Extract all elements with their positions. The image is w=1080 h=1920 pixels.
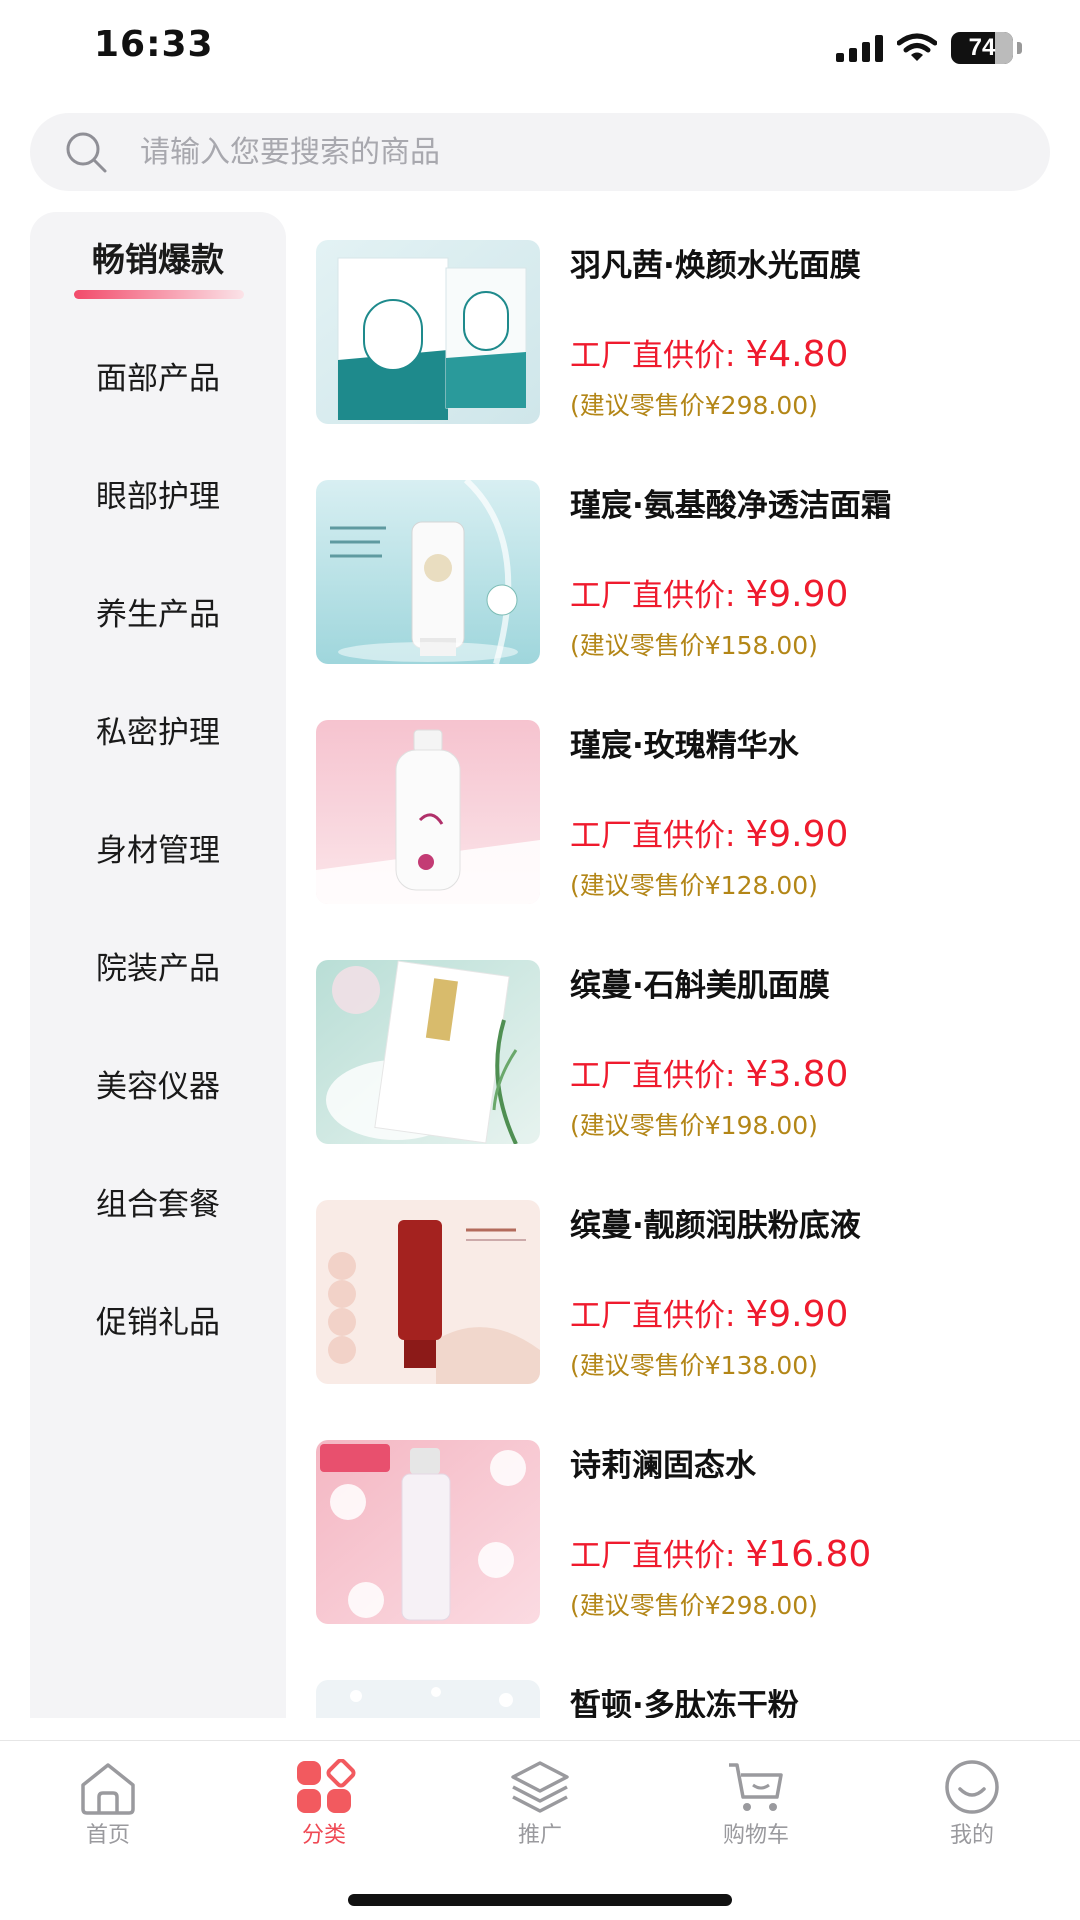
sidebar-item-beauty-devices[interactable]: 美容仪器 xyxy=(30,1038,286,1128)
product-image[interactable] xyxy=(316,960,540,1144)
status-icons: 74 xyxy=(836,28,1022,68)
sidebar-item-bestsellers[interactable]: 畅销爆款 xyxy=(30,212,286,302)
product-card[interactable]: 缤蔓·石斛美肌面膜 工厂直供价: ¥3.80 (建议零售价¥198.00) xyxy=(316,960,1080,1146)
product-card[interactable]: 瑾宸·玫瑰精华水 工厂直供价: ¥9.90 (建议零售价¥128.00) xyxy=(316,720,1080,906)
price-label: 工厂直供价: xyxy=(570,578,746,614)
category-sidebar: 畅销爆款 面部产品 眼部护理 养生产品 私密护理 身材管理 院装产品 美容仪器 … xyxy=(30,212,286,1718)
product-price: 工厂直供价: ¥9.90 xyxy=(570,570,848,615)
product-price: 工厂直供价: ¥4.80 xyxy=(570,330,848,375)
sidebar-item-bundles[interactable]: 组合套餐 xyxy=(30,1156,286,1246)
price-label: 工厂直供价: xyxy=(570,818,746,854)
product-card[interactable]: 诗莉澜固态水 工厂直供价: ¥16.80 (建议零售价¥298.00) xyxy=(316,1440,1080,1626)
nav-promote[interactable]: 推广 xyxy=(470,1759,610,1859)
sidebar-item-eye-care[interactable]: 眼部护理 xyxy=(30,448,286,538)
sidebar-item-label: 畅销爆款 xyxy=(92,240,224,279)
sidebar-item-body-shaping[interactable]: 身材管理 xyxy=(30,802,286,892)
nav-label: 分类 xyxy=(301,1823,346,1848)
sidebar-item-face[interactable]: 面部产品 xyxy=(30,330,286,420)
sidebar-item-label: 养生产品 xyxy=(96,596,220,633)
sidebar-item-label: 面部产品 xyxy=(96,360,220,397)
price-value: ¥3.80 xyxy=(745,1054,849,1095)
home-indicator[interactable] xyxy=(348,1894,732,1906)
product-image[interactable] xyxy=(316,480,540,664)
nav-label: 首页 xyxy=(85,1823,130,1848)
sidebar-item-label: 促销礼品 xyxy=(96,1304,220,1341)
home-icon xyxy=(81,1763,135,1815)
product-price: 工厂直供价: ¥9.90 xyxy=(570,810,848,855)
product-image[interactable] xyxy=(316,1680,540,1718)
sidebar-item-label: 私密护理 xyxy=(96,714,220,751)
sidebar-item-label: 院装产品 xyxy=(96,950,220,987)
product-name: 瑾宸·氨基酸净透洁面霜 xyxy=(570,488,892,524)
sidebar-item-label: 眼部护理 xyxy=(96,478,220,515)
price-label: 工厂直供价: xyxy=(570,1058,746,1094)
status-bar: 16:33 74 xyxy=(0,0,1080,96)
product-image[interactable] xyxy=(316,1200,540,1384)
price-value: ¥9.90 xyxy=(745,1294,849,1335)
layers-icon xyxy=(511,1761,569,1813)
search-input[interactable] xyxy=(140,134,940,170)
sidebar-item-label: 身材管理 xyxy=(96,832,220,869)
retail-price: (建议零售价¥298.00) xyxy=(570,391,818,420)
product-name: 诗莉澜固态水 xyxy=(570,1448,756,1484)
product-image[interactable] xyxy=(316,1440,540,1624)
category-icon xyxy=(297,1759,356,1813)
product-card[interactable]: 羽凡茜·焕颜水光面膜 工厂直供价: ¥4.80 (建议零售价¥298.00) xyxy=(316,240,1080,426)
battery-tip xyxy=(1017,42,1022,54)
bottom-nav: 首页 分类 推广 购物车 我的 xyxy=(0,1740,1080,1920)
sidebar-item-salon-products[interactable]: 院装产品 xyxy=(30,920,286,1010)
nav-label: 购物车 xyxy=(722,1823,789,1848)
nav-label: 我的 xyxy=(949,1823,994,1848)
sidebar-item-label: 组合套餐 xyxy=(96,1186,220,1223)
active-indicator xyxy=(74,290,244,299)
nav-cart[interactable]: 购物车 xyxy=(686,1759,826,1859)
product-list: 羽凡茜·焕颜水光面膜 工厂直供价: ¥4.80 (建议零售价¥298.00) 瑾… xyxy=(316,240,1080,1718)
signal-icon xyxy=(836,34,883,62)
retail-price: (建议零售价¥158.00) xyxy=(570,631,818,660)
retail-price: (建议零售价¥198.00) xyxy=(570,1111,818,1140)
status-time: 16:33 xyxy=(94,24,214,65)
smiley-icon xyxy=(945,1760,999,1814)
cart-icon xyxy=(729,1763,783,1811)
nav-home[interactable]: 首页 xyxy=(38,1759,178,1859)
sidebar-item-wellness[interactable]: 养生产品 xyxy=(30,566,286,656)
product-card[interactable]: 缤蔓·靓颜润肤粉底液 工厂直供价: ¥9.90 (建议零售价¥138.00) xyxy=(316,1200,1080,1386)
retail-price: (建议零售价¥128.00) xyxy=(570,871,818,900)
sidebar-item-intimate-care[interactable]: 私密护理 xyxy=(30,684,286,774)
price-label: 工厂直供价: xyxy=(570,1298,746,1334)
sidebar-item-label: 美容仪器 xyxy=(96,1068,220,1105)
price-label: 工厂直供价: xyxy=(570,338,746,374)
retail-price: (建议零售价¥138.00) xyxy=(570,1351,818,1380)
battery-level: 74 xyxy=(968,34,996,61)
battery-icon: 74 xyxy=(951,32,1013,64)
price-value: ¥16.80 xyxy=(745,1534,872,1575)
search-icon xyxy=(66,132,107,173)
sidebar-item-promo-gifts[interactable]: 促销礼品 xyxy=(30,1274,286,1364)
product-price: 工厂直供价: ¥16.80 xyxy=(570,1530,871,1575)
wifi-icon xyxy=(897,33,937,61)
product-price: 工厂直供价: ¥9.90 xyxy=(570,1290,848,1335)
price-label: 工厂直供价: xyxy=(570,1538,746,1574)
product-name: 缤蔓·石斛美肌面膜 xyxy=(570,968,830,1004)
nav-label: 推广 xyxy=(517,1823,562,1848)
product-card[interactable]: 瑾宸·氨基酸净透洁面霜 工厂直供价: ¥9.90 (建议零售价¥158.00) xyxy=(316,480,1080,666)
retail-price: (建议零售价¥298.00) xyxy=(570,1591,818,1620)
price-value: ¥9.90 xyxy=(745,814,849,855)
product-name: 缤蔓·靓颜润肤粉底液 xyxy=(570,1208,861,1244)
product-image[interactable] xyxy=(316,720,540,904)
product-name: 皙顿·多肽冻干粉 xyxy=(570,1688,799,1718)
nav-profile[interactable]: 我的 xyxy=(902,1759,1042,1859)
nav-category[interactable]: 分类 xyxy=(254,1759,394,1859)
price-value: ¥4.80 xyxy=(745,334,849,375)
search-bar[interactable] xyxy=(30,113,1050,191)
product-price: 工厂直供价: ¥3.80 xyxy=(570,1050,848,1095)
product-card[interactable]: 皙顿·多肽冻干粉 xyxy=(316,1680,1080,1718)
product-image[interactable] xyxy=(316,240,540,424)
product-name: 羽凡茜·焕颜水光面膜 xyxy=(570,248,861,284)
price-value: ¥9.90 xyxy=(745,574,849,615)
product-name: 瑾宸·玫瑰精华水 xyxy=(570,728,799,764)
